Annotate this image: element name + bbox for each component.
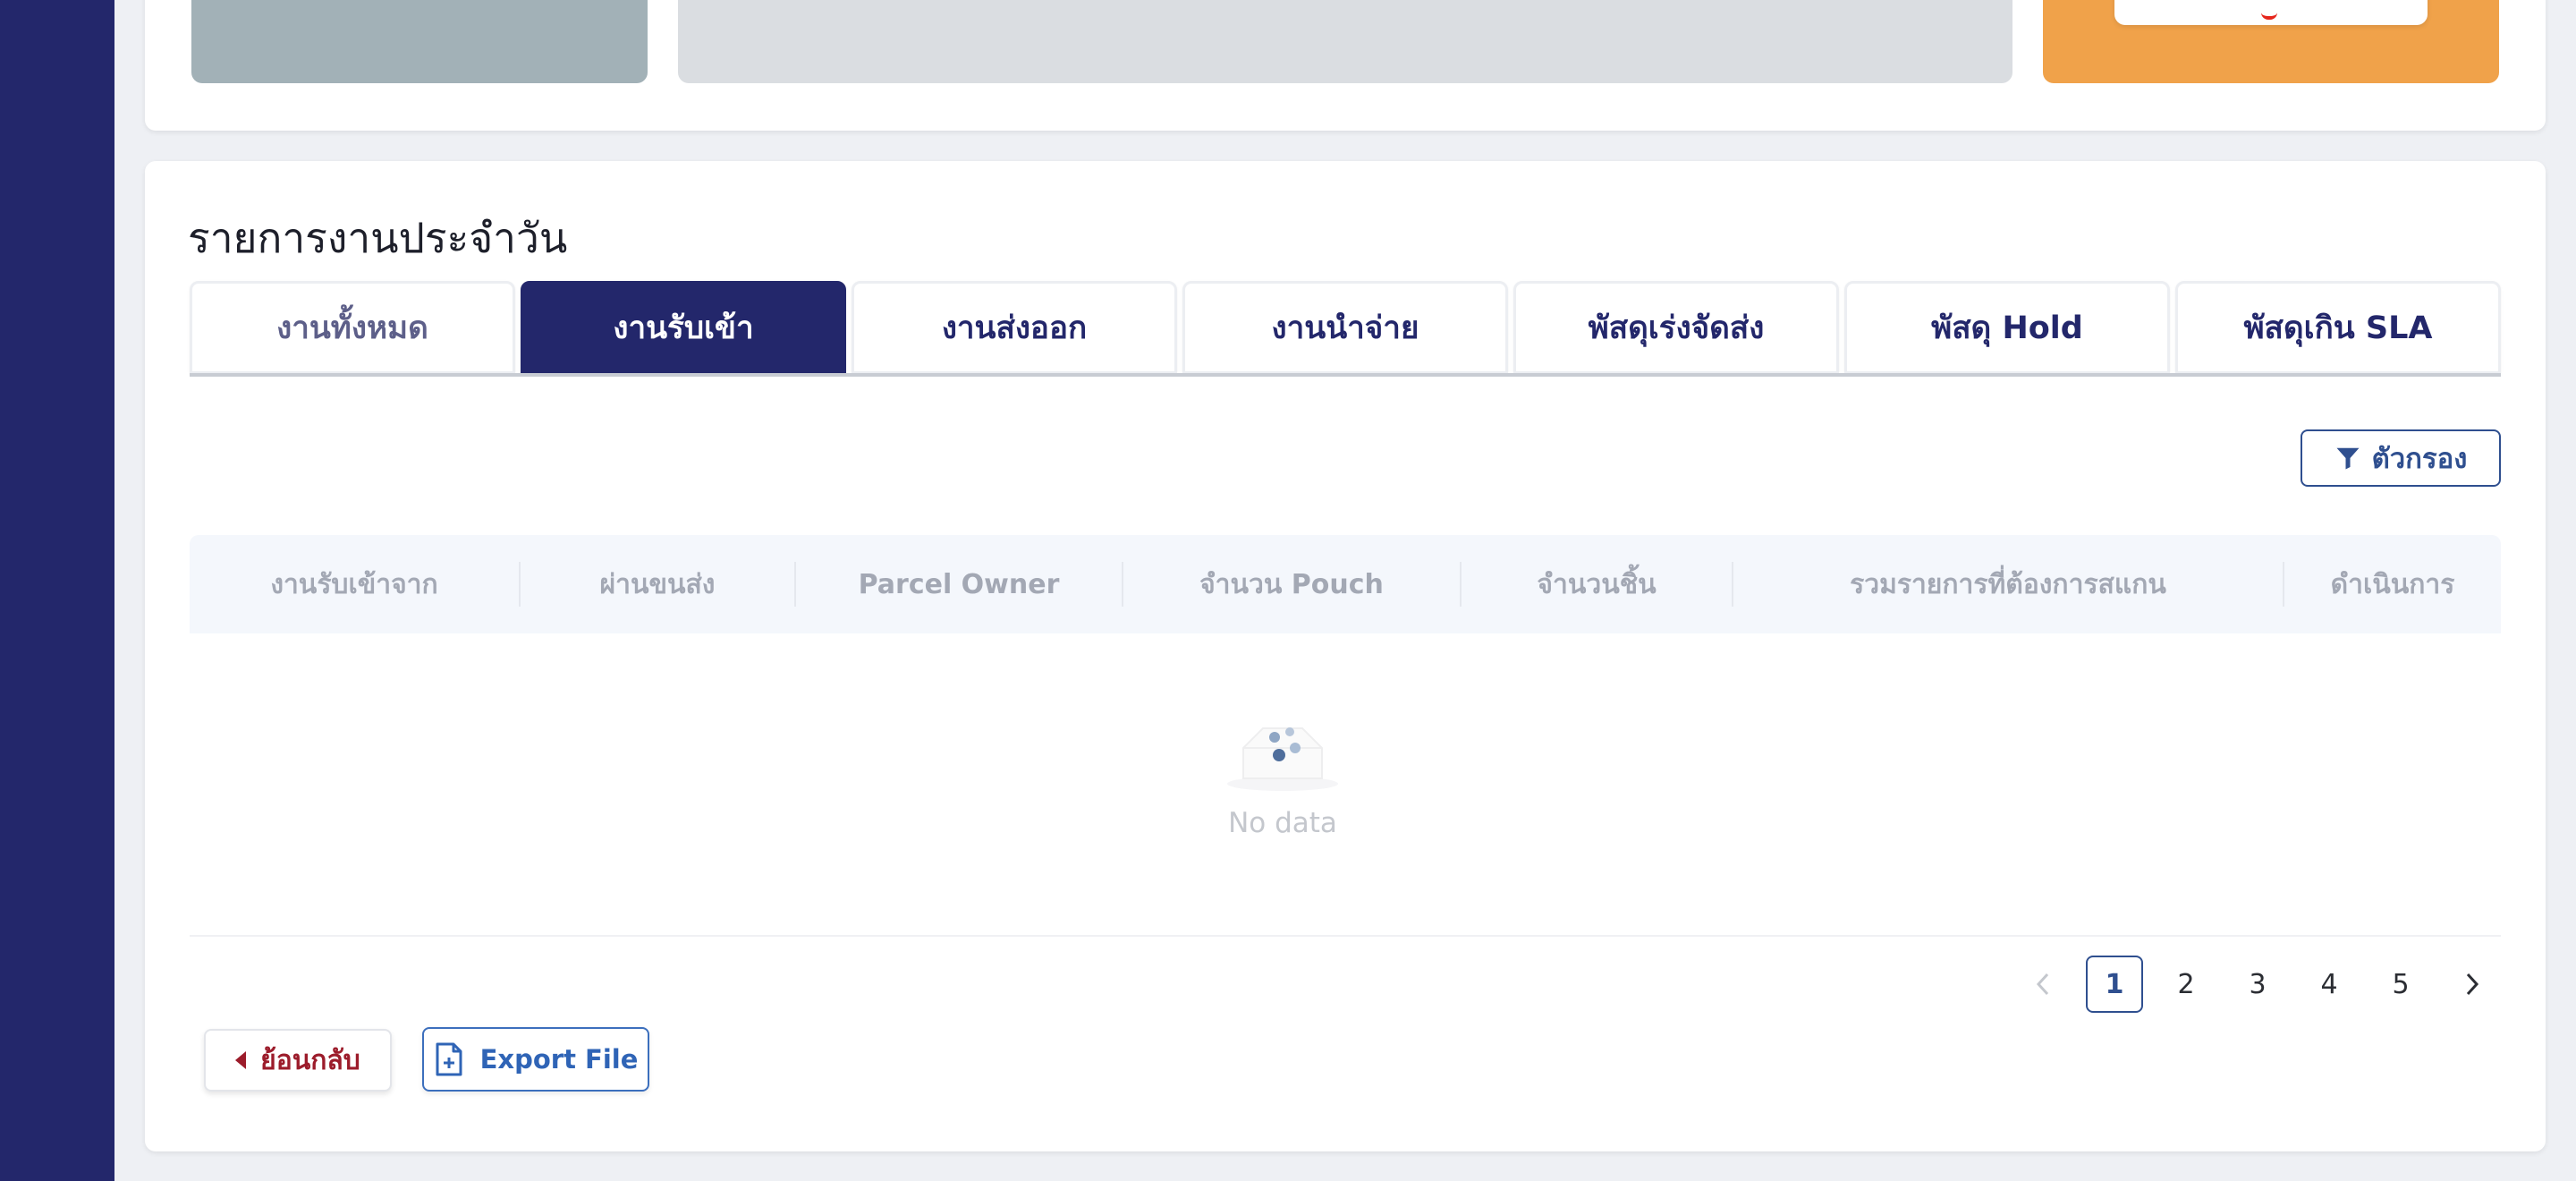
prev-page-button[interactable] [2014, 956, 2072, 1013]
empty-text: No data [1228, 807, 1337, 839]
back-label: ย้อนกลับ [260, 1044, 360, 1076]
column-header: จำนวน Pouch [1199, 568, 1384, 600]
summary-tile-mark [2261, 9, 2277, 20]
export-label: Export File [479, 1044, 639, 1075]
column-header: Parcel Owner [858, 568, 1060, 600]
page-button[interactable]: 1 [2086, 956, 2143, 1013]
column-header: จำนวนชิ้น [1537, 568, 1657, 600]
table-header: งานรับเข้าจาก ผ่านขนส่ง Parcel Owner จำน… [190, 535, 2501, 633]
filter-label: ตัวกรอง [2371, 443, 2468, 475]
column-header: รวมรายการที่ต้องการสแกน [1850, 568, 2166, 600]
column-header: ดำเนินการ [2330, 568, 2455, 600]
file-add-icon [436, 1042, 462, 1076]
page-button[interactable]: 2 [2157, 956, 2215, 1013]
tab-express[interactable]: พัสดุเร่งจัดส่ง [1513, 281, 1839, 374]
empty-state: No data [1211, 701, 1354, 839]
table-divider [190, 935, 2501, 937]
tab-inbound[interactable]: งานรับเข้า [521, 281, 846, 374]
page-button[interactable]: 4 [2301, 956, 2358, 1013]
tab-delivery[interactable]: งานนำจ่าย [1182, 281, 1508, 374]
summary-tile-button[interactable] [2114, 0, 2428, 25]
filter-icon [2336, 447, 2360, 470]
summary-tile-orange [2043, 0, 2499, 83]
section-title: รายการงานประจำวัน [188, 214, 568, 262]
tab-bar: งานทั้งหมด งานรับเข้า งานส่งออก งานนำจ่า… [190, 281, 2501, 378]
tab-underline [190, 373, 2501, 377]
chevron-left-icon [2036, 973, 2049, 996]
page-button[interactable]: 5 [2372, 956, 2429, 1013]
tab-all[interactable]: งานทั้งหมด [190, 281, 515, 374]
page-button[interactable]: 3 [2229, 956, 2286, 1013]
summary-tile-light [678, 0, 2012, 83]
column-header: งานรับเข้าจาก [270, 568, 438, 600]
back-button[interactable]: ย้อนกลับ [204, 1029, 392, 1092]
next-page-button[interactable] [2444, 956, 2501, 1013]
export-file-button[interactable]: Export File [422, 1027, 649, 1092]
caret-left-icon [235, 1051, 247, 1069]
tab-hold[interactable]: พัสดุ Hold [1844, 281, 2170, 374]
daily-work-card: รายการงานประจำวัน งานทั้งหมด งานรับเข้า … [145, 161, 2546, 1151]
sidebar [0, 0, 114, 1181]
summary-card [145, 0, 2546, 131]
column-header: ผ่านขนส่ง [599, 568, 716, 600]
chevron-right-icon [2466, 973, 2479, 996]
tab-outbound[interactable]: งานส่งออก [852, 281, 1177, 374]
filter-button[interactable]: ตัวกรอง [2301, 429, 2501, 487]
summary-tile-grey [191, 0, 648, 83]
tab-over-sla[interactable]: พัสดุเกิน SLA [2175, 281, 2501, 374]
empty-box-icon [1227, 727, 1338, 791]
